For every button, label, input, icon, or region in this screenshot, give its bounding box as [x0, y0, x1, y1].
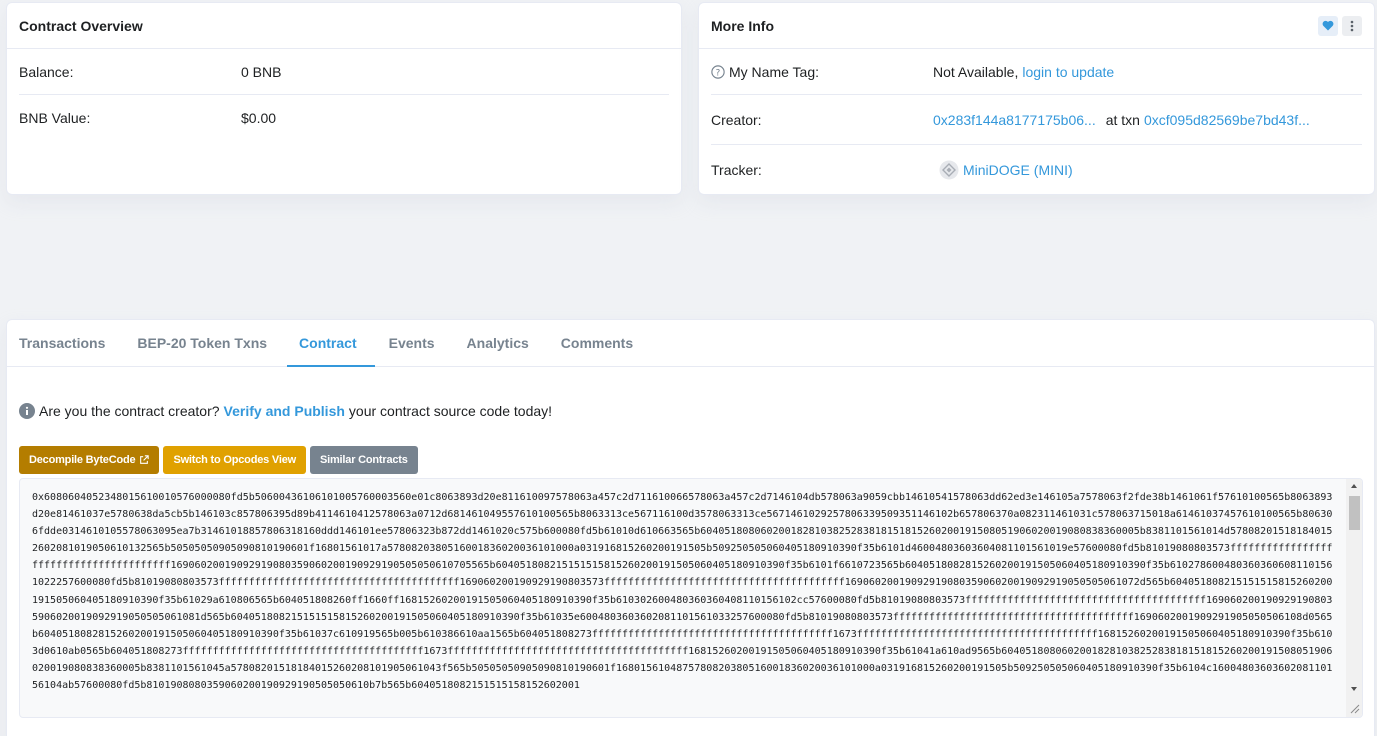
balance-value: 0 BNB [241, 63, 282, 80]
scroll-up-icon[interactable] [1346, 479, 1362, 493]
svg-text:?: ? [716, 68, 721, 78]
scrollbar-thumb[interactable] [1349, 496, 1360, 530]
contract-tabs-card: Transactions BEP-20 Token Txns Contract … [6, 319, 1375, 736]
bytecode-textarea[interactable]: 0x6080604052348015610010576000080fd5b506… [19, 478, 1363, 718]
more-info-card: More Info ? My Name Tag: Not Available, … [698, 2, 1375, 195]
name-tag-row: ? My Name Tag: Not Available, login to u… [711, 49, 1362, 95]
bnb-value-value: $0.00 [241, 110, 277, 126]
contract-overview-title: Contract Overview [19, 17, 143, 34]
verify-and-publish-link[interactable]: Verify and Publish [224, 403, 345, 419]
kebab-menu-icon [1350, 20, 1354, 31]
creator-label: Creator: [711, 111, 762, 128]
switch-to-opcodes-button[interactable]: Switch to Opcodes View [163, 446, 306, 474]
creator-row: Creator: 0x283f144a8177175b06... at txn … [711, 95, 1362, 145]
heart-icon [1322, 20, 1334, 31]
name-tag-label-wrap: ? My Name Tag: [711, 64, 933, 80]
question-circle-icon[interactable]: ? [711, 64, 725, 79]
creator-txn-link[interactable]: 0xcf095d82569be7bd43f... [1144, 112, 1310, 128]
bytecode-scrollbar[interactable] [1346, 479, 1362, 717]
tab-bep20-token-txns[interactable]: BEP-20 Token Txns [137, 320, 283, 366]
at-txn-label: at txn [1105, 111, 1140, 128]
tab-events[interactable]: Events [389, 320, 451, 366]
bnb-value-label: BNB Value: [19, 110, 91, 126]
tracker-link[interactable]: MiniDOGE (MINI) [963, 162, 1073, 178]
external-link-icon [140, 455, 150, 464]
tab-contract[interactable]: Contract [287, 320, 375, 367]
contract-action-buttons: Decompile ByteCode Switch to Opcodes Vie… [19, 446, 418, 474]
balance-label: Balance: [19, 63, 74, 80]
notice-prefix: Are you the contract creator? [39, 403, 220, 419]
login-to-update-link[interactable]: login to update [1022, 64, 1114, 80]
verify-notice: Are you the contract creator? Verify and… [19, 403, 552, 419]
info-circle-icon [19, 403, 35, 419]
decompile-bytecode-label: Decompile ByteCode [29, 454, 136, 466]
creator-address-link[interactable]: 0x283f144a8177175b06... [933, 112, 1096, 128]
name-tag-label: My Name Tag: [729, 63, 819, 80]
tracker-row: Tracker: MiniDOGE (MINI) [711, 145, 1362, 195]
resize-handle-icon[interactable] [1347, 701, 1361, 715]
tab-transactions[interactable]: Transactions [19, 320, 121, 366]
balance-row: Balance: 0 BNB [19, 49, 669, 95]
tab-analytics[interactable]: Analytics [467, 320, 545, 366]
token-logo-icon [939, 160, 959, 180]
more-options-button[interactable] [1342, 15, 1362, 36]
more-info-header: More Info [699, 3, 1374, 49]
scroll-down-icon[interactable] [1346, 682, 1362, 696]
tracker-label: Tracker: [711, 162, 762, 178]
bnb-value-row: BNB Value: $0.00 [19, 95, 669, 141]
contract-overview-card: Contract Overview Balance: 0 BNB BNB Val… [6, 2, 682, 195]
tab-bar: Transactions BEP-20 Token Txns Contract … [7, 320, 1374, 367]
contract-overview-header: Contract Overview [7, 3, 681, 49]
favorite-button[interactable] [1318, 15, 1338, 36]
more-info-title: More Info [711, 17, 774, 34]
more-info-actions [1318, 15, 1362, 36]
similar-contracts-button[interactable]: Similar Contracts [309, 446, 418, 474]
name-tag-value: Not Available, [933, 63, 1019, 80]
decompile-bytecode-button[interactable]: Decompile ByteCode [19, 446, 160, 474]
bytecode-text: 0x6080604052348015610010576000080fd5b506… [32, 492, 1333, 692]
tab-comments[interactable]: Comments [561, 320, 649, 366]
notice-suffix: your contract source code today! [348, 403, 553, 419]
